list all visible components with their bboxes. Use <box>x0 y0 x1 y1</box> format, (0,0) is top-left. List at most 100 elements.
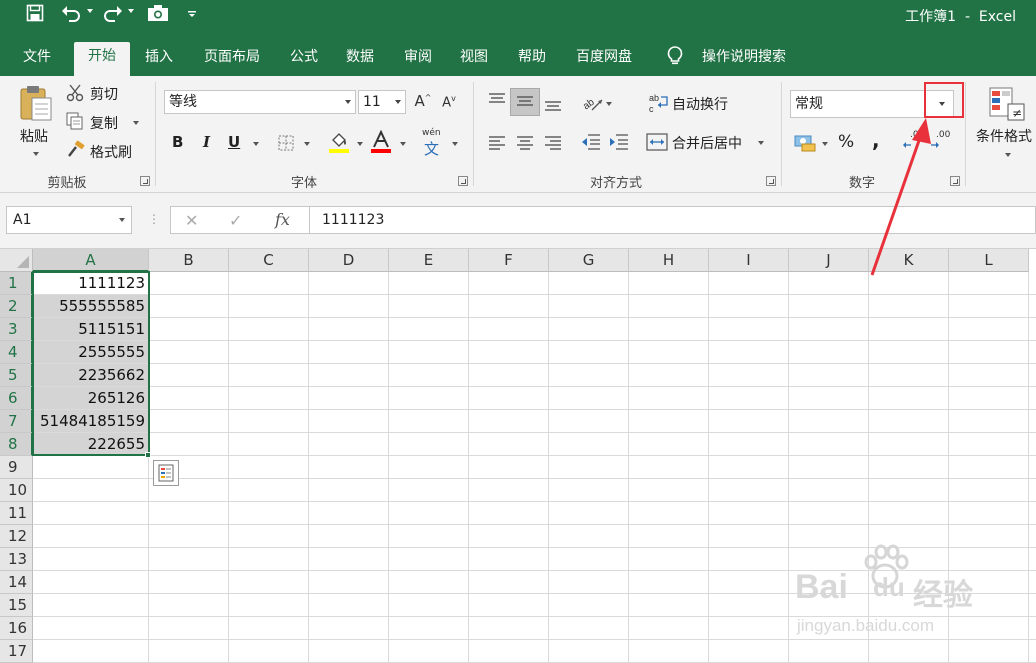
formula-bar-grip-icon[interactable]: ⋮ <box>148 212 160 226</box>
tab-baidu-netdisk[interactable]: 百度网盘 <box>566 46 642 76</box>
row-header-15[interactable]: 15 <box>0 594 33 617</box>
tab-data[interactable]: 数据 <box>336 46 384 76</box>
row-header-2[interactable]: 2 <box>0 295 33 318</box>
row-header-5[interactable]: 5 <box>0 364 33 387</box>
insert-function-icon[interactable]: fx <box>275 210 290 229</box>
increase-font-size-icon[interactable]: A^ <box>412 92 434 112</box>
row-header-4[interactable]: 4 <box>0 341 33 364</box>
row-header-14[interactable]: 14 <box>0 571 33 594</box>
row-header-1[interactable]: 1 <box>0 272 33 295</box>
conditional-formatting-dropdown-icon[interactable] <box>1005 153 1011 157</box>
tab-review[interactable]: 审阅 <box>394 46 442 76</box>
undo-dropdown-icon[interactable] <box>87 9 93 13</box>
column-header-k[interactable]: K <box>869 249 949 272</box>
align-right-icon[interactable] <box>542 134 564 152</box>
font-color-icon[interactable] <box>370 129 392 154</box>
underline-dropdown-icon[interactable] <box>253 142 259 146</box>
tab-insert[interactable]: 插入 <box>134 46 184 76</box>
alignment-launcher-icon[interactable] <box>766 176 776 186</box>
row-header-7[interactable]: 7 <box>0 410 33 433</box>
tab-formulas[interactable]: 公式 <box>280 46 328 76</box>
copy-dropdown-icon[interactable] <box>133 121 139 125</box>
accounting-format-icon[interactable] <box>794 132 816 152</box>
wrap-text-button[interactable]: 自动换行 <box>672 94 728 114</box>
row-header-6[interactable]: 6 <box>0 387 33 410</box>
row-header-13[interactable]: 13 <box>0 548 33 571</box>
column-header-f[interactable]: F <box>469 249 549 272</box>
undo-icon[interactable] <box>60 4 82 26</box>
paste-dropdown-icon[interactable] <box>33 152 39 156</box>
row-header-16[interactable]: 16 <box>0 617 33 640</box>
column-header-d[interactable]: D <box>309 249 389 272</box>
cut-button[interactable]: 剪切 <box>90 84 118 104</box>
fill-color-icon[interactable] <box>328 130 350 154</box>
column-header-b[interactable]: B <box>149 249 229 272</box>
name-box[interactable]: A1 <box>6 206 132 234</box>
row-header-8[interactable]: 8 <box>0 433 33 456</box>
tab-home[interactable]: 开始 <box>74 42 130 76</box>
tab-page-layout[interactable]: 页面布局 <box>194 46 270 76</box>
decrease-font-size-icon[interactable]: Av <box>438 94 460 114</box>
column-header-a[interactable]: A <box>33 249 149 272</box>
column-header-i[interactable]: I <box>709 249 789 272</box>
fill-handle[interactable] <box>145 452 151 458</box>
format-painter-button[interactable]: 格式刷 <box>90 142 132 162</box>
cancel-icon[interactable]: ✕ <box>185 211 198 230</box>
accounting-dropdown-icon[interactable] <box>822 142 828 146</box>
select-all-corner[interactable] <box>0 249 33 272</box>
enter-icon[interactable]: ✓ <box>229 211 242 230</box>
tab-help[interactable]: 帮助 <box>508 46 556 76</box>
tab-view[interactable]: 视图 <box>450 46 498 76</box>
font-name-combo[interactable]: 等线 <box>164 90 356 114</box>
merge-center-dropdown-icon[interactable] <box>758 141 764 145</box>
percent-style-button[interactable]: % <box>838 132 854 152</box>
font-name-dropdown-icon[interactable] <box>345 100 351 104</box>
borders-icon[interactable] <box>276 134 296 152</box>
row-header-3[interactable]: 3 <box>0 318 33 341</box>
customize-qat-icon[interactable] <box>186 4 198 26</box>
font-size-dropdown-icon[interactable] <box>395 100 401 104</box>
redo-dropdown-icon[interactable] <box>128 9 134 13</box>
column-header-e[interactable]: E <box>389 249 469 272</box>
fill-color-dropdown-icon[interactable] <box>357 142 363 146</box>
align-middle-icon[interactable] <box>510 88 540 116</box>
column-header-h[interactable]: H <box>629 249 709 272</box>
decrease-decimal-icon[interactable]: .00 <box>930 130 954 156</box>
increase-indent-icon[interactable] <box>608 132 630 152</box>
font-size-combo[interactable]: 11 <box>358 90 406 114</box>
underline-button[interactable]: U <box>228 133 240 151</box>
phonetic-guide-icon[interactable]: wén 文 <box>420 128 446 158</box>
decrease-indent-icon[interactable] <box>580 132 602 152</box>
font-color-dropdown-icon[interactable] <box>400 142 406 146</box>
orientation-dropdown-icon[interactable] <box>606 102 612 106</box>
row-header-11[interactable]: 11 <box>0 502 33 525</box>
number-launcher-icon[interactable] <box>950 176 960 186</box>
redo-icon[interactable] <box>102 4 124 26</box>
borders-dropdown-icon[interactable] <box>304 142 310 146</box>
camera-icon[interactable] <box>146 4 170 26</box>
column-header-l[interactable]: L <box>949 249 1029 272</box>
orientation-icon[interactable]: ab <box>580 92 604 114</box>
paste-button[interactable]: 粘贴 <box>20 126 48 146</box>
row-header-9[interactable]: 9 <box>0 456 33 479</box>
font-launcher-icon[interactable] <box>458 176 468 186</box>
italic-button[interactable]: I <box>203 133 210 151</box>
align-top-icon[interactable] <box>486 92 508 112</box>
increase-decimal-icon[interactable]: .0 <box>902 130 926 156</box>
row-header-17[interactable]: 17 <box>0 640 33 663</box>
column-header-c[interactable]: C <box>229 249 309 272</box>
column-header-g[interactable]: G <box>549 249 629 272</box>
comma-style-button[interactable]: , <box>872 128 880 152</box>
align-center-icon[interactable] <box>514 134 536 152</box>
formula-input[interactable]: 1111123 <box>310 206 1036 234</box>
align-bottom-icon[interactable] <box>542 96 564 116</box>
quick-analysis-icon[interactable] <box>153 460 179 486</box>
paste-icon[interactable] <box>18 84 54 122</box>
bold-button[interactable]: B <box>172 133 183 151</box>
name-box-dropdown-icon[interactable] <box>119 218 125 222</box>
column-header-j[interactable]: J <box>789 249 869 272</box>
tab-file[interactable]: 文件 <box>10 46 64 76</box>
copy-button[interactable]: 复制 <box>90 113 118 133</box>
row-header-12[interactable]: 12 <box>0 525 33 548</box>
conditional-formatting-button[interactable]: 条件格式 <box>976 126 1032 146</box>
